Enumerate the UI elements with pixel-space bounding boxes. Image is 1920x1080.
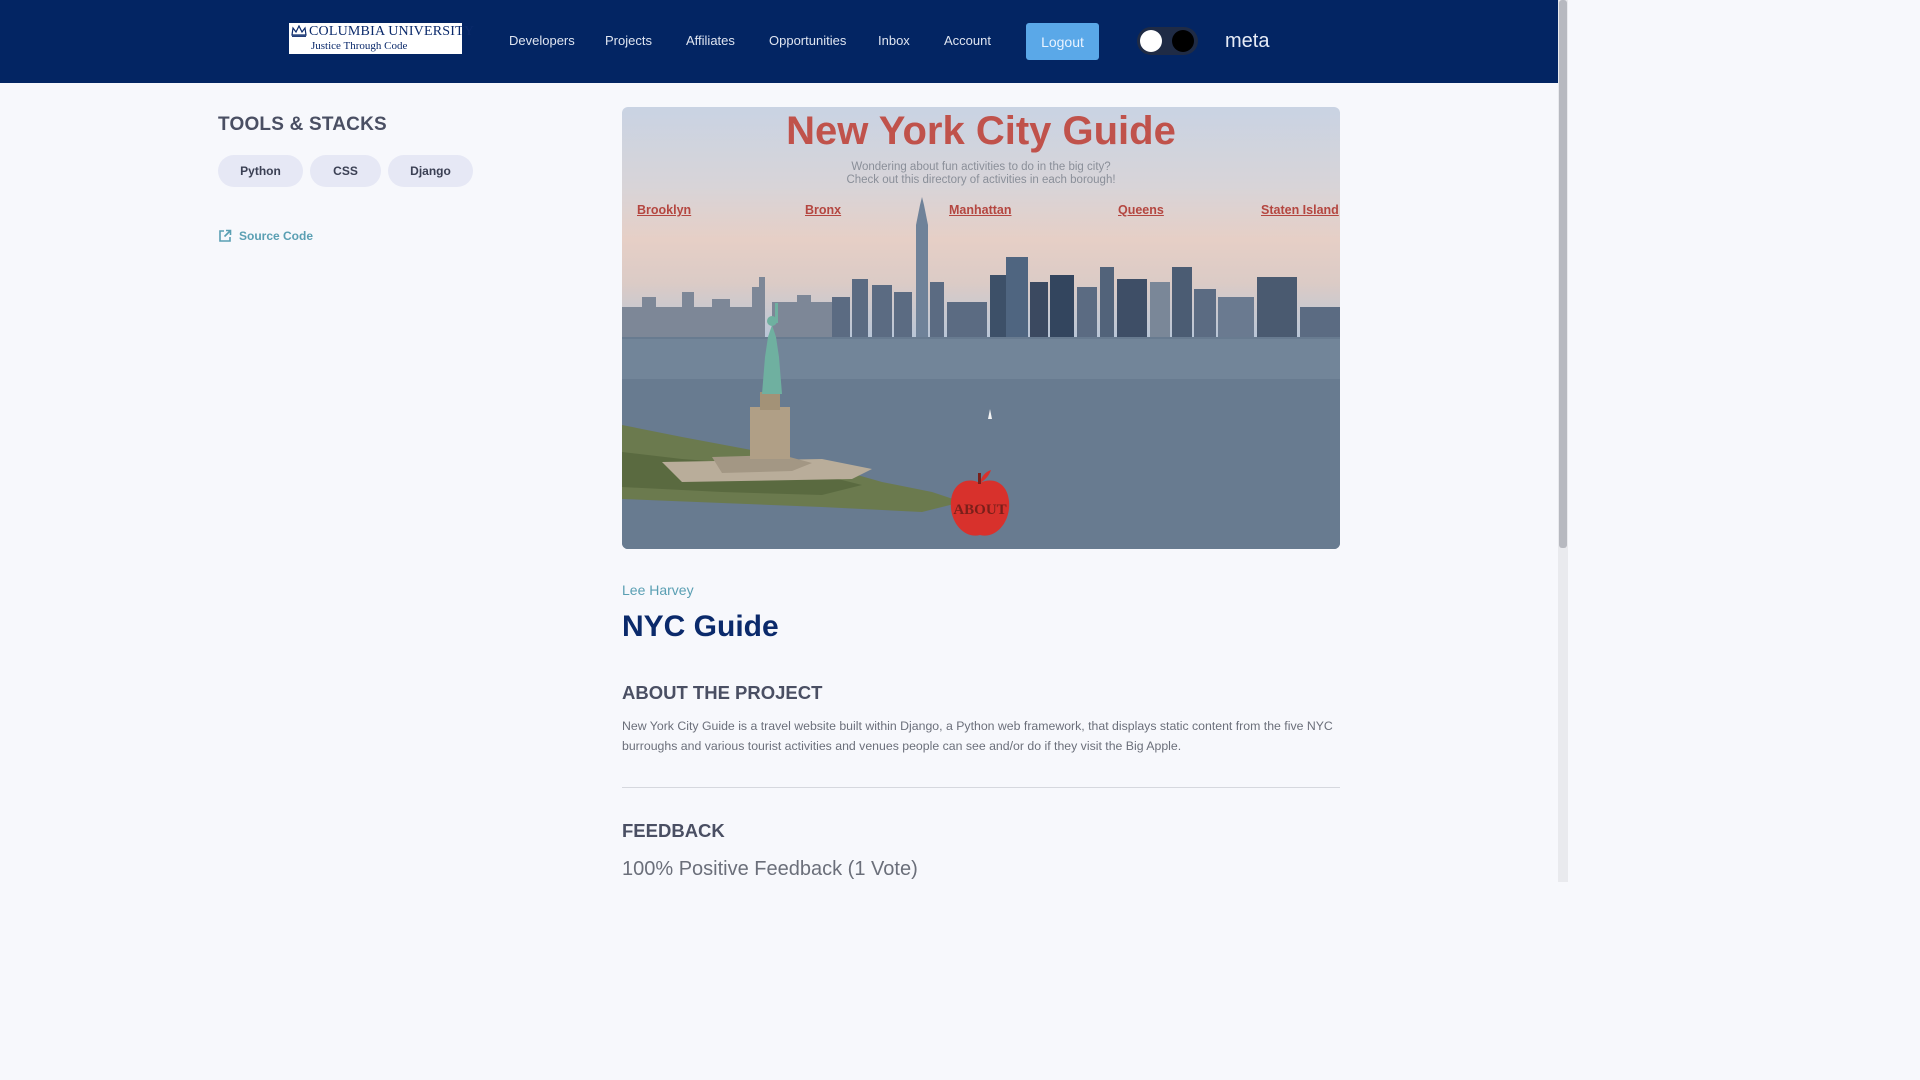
feedback-summary: 100% Positive Feedback (1 Vote)	[622, 858, 918, 880]
logo-university-name: COLUMBIA UNIVERSITY	[309, 24, 475, 39]
project-author[interactable]: Lee Harvey	[622, 582, 694, 598]
username-label[interactable]: meta	[1225, 30, 1269, 53]
light-mode-icon[interactable]	[1140, 30, 1162, 52]
external-link-icon	[219, 229, 232, 242]
tool-chip-python: Python	[218, 155, 303, 187]
dark-mode-icon[interactable]	[1172, 30, 1194, 52]
hero-subtitle-line-1: Wondering about fun activities to do in …	[851, 161, 1111, 173]
borough-link-manhattan[interactable]: Manhattan	[949, 203, 1012, 217]
theme-toggle[interactable]	[1137, 27, 1198, 55]
borough-link-staten-island[interactable]: Staten Island	[1261, 203, 1339, 217]
project-hero-image: New York City Guide Wondering about fun …	[622, 107, 1340, 549]
top-navbar: COLUMBIA UNIVERSITY Justice Through Code…	[0, 0, 1558, 83]
source-code-link[interactable]: Source Code	[218, 229, 313, 243]
borough-link-bronx[interactable]: Bronx	[805, 203, 841, 217]
tools-stacks-heading: TOOLS & STACKS	[218, 114, 387, 135]
columbia-logo[interactable]: COLUMBIA UNIVERSITY Justice Through Code	[289, 23, 474, 54]
borough-link-brooklyn[interactable]: Brooklyn	[637, 203, 691, 217]
about-badge-label: ABOUT	[953, 502, 1006, 518]
nav-account[interactable]: Account	[944, 33, 991, 48]
crown-icon	[291, 25, 307, 37]
nav-affiliates[interactable]: Affiliates	[686, 33, 735, 48]
about-apple-icon[interactable]: ABOUT	[947, 469, 1013, 541]
source-code-label: Source Code	[239, 229, 314, 243]
feedback-heading: FEEDBACK	[622, 820, 725, 841]
hero-title: New York City Guide	[786, 109, 1176, 153]
project-description: New York City Guide is a travel website …	[622, 719, 1333, 753]
section-divider	[622, 787, 1340, 788]
project-title: NYC Guide	[622, 610, 779, 643]
nav-opportunities[interactable]: Opportunities	[769, 33, 846, 48]
nav-inbox[interactable]: Inbox	[878, 33, 910, 48]
hero-subtitle-line-2: Check out this directory of activities i…	[846, 174, 1116, 186]
logout-button[interactable]: Logout	[1026, 23, 1099, 60]
page-scrollbar[interactable]	[1558, 0, 1568, 882]
about-project-heading: ABOUT THE PROJECT	[622, 682, 823, 703]
borough-link-queens[interactable]: Queens	[1118, 203, 1164, 217]
hero-subtitle: Wondering about fun activities to do in …	[622, 161, 1340, 187]
logo-tagline: Justice Through Code	[311, 40, 408, 52]
nav-developers[interactable]: Developers	[509, 33, 575, 48]
tool-chip-css: CSS	[310, 155, 381, 187]
nav-projects[interactable]: Projects	[605, 33, 652, 48]
scrollbar-thumb[interactable]	[1559, 0, 1567, 548]
tool-chip-django: Django	[388, 155, 473, 187]
